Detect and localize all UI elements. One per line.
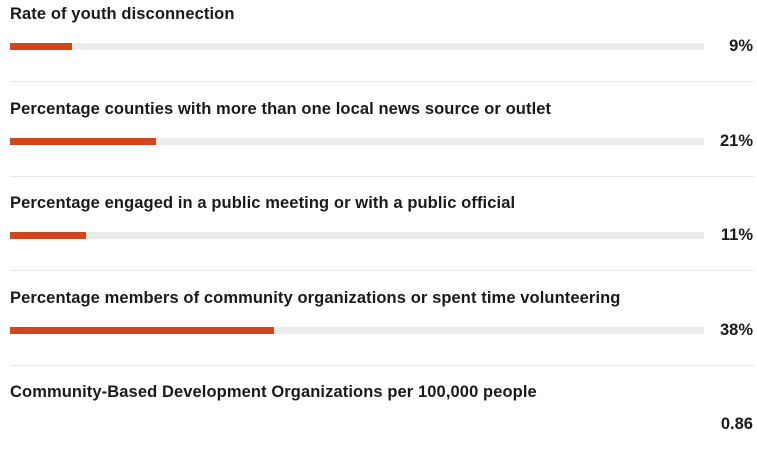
indicator-label: Rate of youth disconnection <box>10 5 235 23</box>
indicator-label: Percentage engaged in a public meeting o… <box>10 194 516 212</box>
value-label: 38% <box>719 321 753 339</box>
bar-track <box>10 138 704 145</box>
indicator-row: Percentage members of community organiza… <box>0 284 757 378</box>
indicator-label: Percentage counties with more than one l… <box>10 100 552 118</box>
value-label: 9% <box>729 37 753 55</box>
indicator-row: Percentage counties with more than one l… <box>0 95 757 189</box>
row-divider <box>10 365 754 366</box>
value-label: 21% <box>719 132 753 150</box>
indicator-label: Percentage members of community organiza… <box>10 289 621 307</box>
value-label: 11% <box>720 226 753 244</box>
bar-track <box>10 232 704 239</box>
row-divider <box>10 81 754 82</box>
bar <box>10 232 87 239</box>
row-divider <box>10 270 754 271</box>
indicator-row: Community-Based Development Organization… <box>0 378 757 472</box>
indicator-row: Rate of youth disconnection 9% <box>0 0 757 94</box>
indicator-label: Community-Based Development Organization… <box>10 383 537 401</box>
bar <box>10 43 73 50</box>
bar <box>10 138 156 145</box>
indicator-row: Percentage engaged in a public meeting o… <box>0 189 757 283</box>
bar-track <box>10 327 704 334</box>
row-divider <box>10 176 754 177</box>
bar <box>10 327 274 334</box>
bar-track <box>10 43 704 50</box>
value-label: 0.86 <box>720 415 753 433</box>
